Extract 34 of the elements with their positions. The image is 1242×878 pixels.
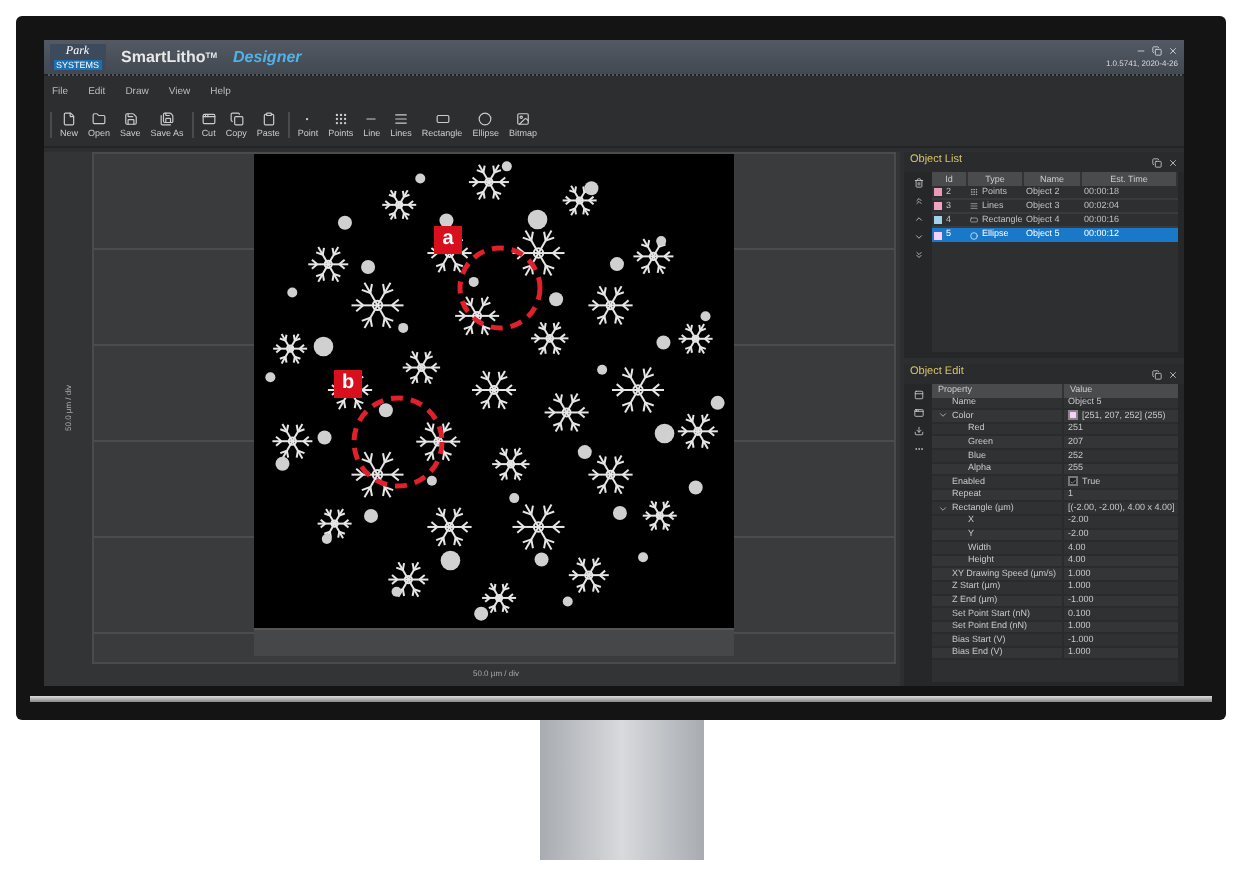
lines-icon [394, 111, 409, 126]
rectangle-icon [970, 216, 978, 224]
circle-icon [970, 231, 978, 239]
clipboard-icon [261, 111, 276, 126]
save-icon [123, 111, 138, 126]
move-down-icon[interactable] [913, 232, 923, 242]
delete-icon[interactable] [913, 178, 923, 188]
dashed-circle [457, 245, 543, 331]
callout-label: a [434, 226, 462, 254]
move-up-icon[interactable] [913, 214, 923, 224]
dashed-circle [351, 395, 445, 489]
expand-toggle-icon[interactable] [938, 410, 948, 421]
checkbox[interactable] [1068, 476, 1078, 487]
window-icon[interactable] [913, 408, 923, 418]
move-bottom-icon[interactable] [913, 250, 923, 260]
folder-icon [92, 111, 107, 126]
document-icon [62, 111, 76, 126]
expand-toggle-icon[interactable] [938, 503, 948, 514]
dots-grid-icon [333, 111, 348, 126]
download-icon[interactable] [913, 426, 923, 436]
restore-icon[interactable] [1152, 46, 1162, 56]
circle-icon [478, 111, 493, 126]
rectangle-icon [435, 111, 450, 126]
window-icon [201, 111, 216, 126]
float-icon[interactable] [1152, 369, 1162, 379]
app-subtitle: Designer [233, 49, 302, 65]
callout-label: b [334, 370, 362, 398]
copy-icon [229, 111, 244, 126]
move-top-icon[interactable] [913, 196, 923, 206]
lines-icon [970, 202, 978, 210]
save-icon [160, 111, 175, 126]
float-icon[interactable] [1152, 157, 1162, 167]
image-icon [515, 111, 530, 126]
window-icon[interactable] [913, 390, 923, 400]
